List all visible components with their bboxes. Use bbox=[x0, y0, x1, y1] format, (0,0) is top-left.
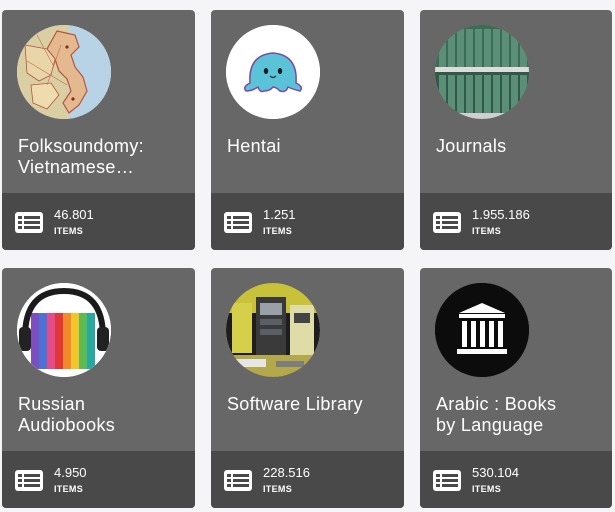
collection-card-hentai[interactable]: Hentai 1.251 ITEMS bbox=[211, 10, 404, 250]
item-count-label: ITEMS bbox=[54, 226, 84, 236]
headphones-books-icon bbox=[17, 283, 111, 377]
item-count: 228.516 bbox=[263, 465, 310, 480]
collection-title[interactable]: Arabic : Books by Language bbox=[436, 394, 604, 436]
collection-card-folksoundomy-vietnamese[interactable]: Folksoundomy: Vietnamese… 46.801 ITEMS bbox=[2, 10, 195, 250]
collection-stats: 46.801 ITEMS bbox=[2, 193, 195, 250]
collection-stats: 4.950 ITEMS bbox=[2, 451, 195, 508]
computer-room-icon bbox=[226, 283, 320, 377]
item-count-label: ITEMS bbox=[263, 484, 293, 494]
archive-building-icon bbox=[435, 283, 529, 377]
list-icon bbox=[15, 212, 43, 233]
item-count-label: ITEMS bbox=[472, 484, 502, 494]
collection-title[interactable]: Folksoundomy: Vietnamese… bbox=[18, 136, 186, 178]
collection-title[interactable]: Journals bbox=[436, 136, 604, 157]
collection-stats: 228.516 ITEMS bbox=[211, 451, 404, 508]
item-count: 530.104 bbox=[472, 465, 519, 480]
collection-card-software-library[interactable]: Software Library 228.516 ITEMS bbox=[211, 268, 404, 508]
vietnam-map-icon bbox=[17, 25, 111, 119]
octopus-icon bbox=[226, 25, 320, 119]
item-count: 4.950 bbox=[54, 465, 87, 480]
collection-stats: 1.955.186 ITEMS bbox=[420, 193, 612, 250]
item-count: 46.801 bbox=[54, 207, 94, 222]
list-icon bbox=[433, 470, 461, 491]
collection-card-russian-audiobooks[interactable]: Russian Audiobooks 4.950 ITEMS bbox=[2, 268, 195, 508]
collection-card-arabic-books[interactable]: Arabic : Books by Language 530.104 ITEMS bbox=[420, 268, 612, 508]
collection-stats: 1.251 ITEMS bbox=[211, 193, 404, 250]
item-count-label: ITEMS bbox=[263, 226, 293, 236]
collection-card-journals[interactable]: Journals 1.955.186 ITEMS bbox=[420, 10, 612, 250]
item-count-label: ITEMS bbox=[472, 226, 502, 236]
list-icon bbox=[224, 212, 252, 233]
list-icon bbox=[224, 470, 252, 491]
collection-stats: 530.104 ITEMS bbox=[420, 451, 612, 508]
item-count: 1.955.186 bbox=[472, 207, 530, 222]
item-count-label: ITEMS bbox=[54, 484, 84, 494]
collection-title[interactable]: Hentai bbox=[227, 136, 395, 157]
bookshelf-icon bbox=[435, 25, 529, 119]
list-icon bbox=[15, 470, 43, 491]
collection-title[interactable]: Software Library bbox=[227, 394, 395, 415]
item-count: 1.251 bbox=[263, 207, 296, 222]
list-icon bbox=[433, 212, 461, 233]
collection-title[interactable]: Russian Audiobooks bbox=[18, 394, 186, 436]
